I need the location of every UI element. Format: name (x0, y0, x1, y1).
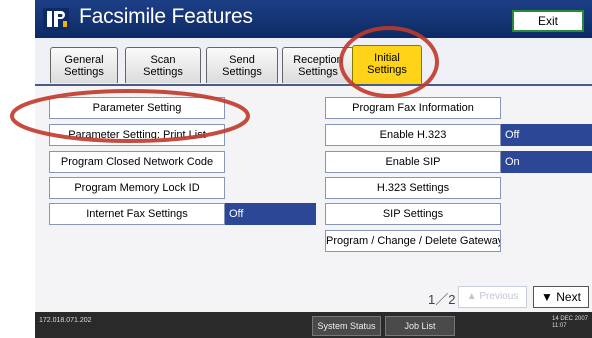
enable-h323-button[interactable]: Enable H.323 (325, 124, 501, 146)
internet-fax-settings-value: Off (225, 203, 316, 225)
date-text: 14 DEC 2007 (552, 316, 589, 322)
program-change-delete-gateway-button[interactable]: Program / Change / Delete Gateway (325, 230, 501, 252)
date-time: 14 DEC 2007 11:07 (552, 316, 588, 330)
ip-address: 172.018.071.202 (39, 317, 92, 324)
tab-label-line1: Reception (293, 54, 343, 66)
tab-label-line1: Scan (150, 54, 176, 66)
facsimile-screen: Facsimile Features Exit General Settings… (35, 0, 592, 338)
tab-strip: General Settings Scan Settings Send Sett… (35, 38, 592, 86)
sip-settings-button[interactable]: SIP Settings (325, 203, 501, 225)
time-text: 11:07 (552, 323, 567, 329)
tab-scan-settings[interactable]: Scan Settings (125, 47, 201, 83)
tab-label-line2: Settings (143, 66, 183, 78)
status-bar: 172.018.071.202 System Status Job List 1… (35, 312, 592, 338)
tab-label-line2: Settings (64, 66, 104, 78)
tab-label-line2: Settings (298, 66, 338, 78)
job-list-button[interactable]: Job List (385, 316, 455, 336)
h323-settings-button[interactable]: H.323 Settings (325, 177, 501, 199)
tab-initial-settings[interactable]: Initial Settings (352, 45, 422, 85)
page-indicator: 1／2 (428, 292, 456, 307)
next-button[interactable]: ▼ Next (533, 286, 589, 308)
exit-button[interactable]: Exit (512, 10, 584, 32)
facsimile-logo-icon (43, 8, 69, 30)
system-status-button[interactable]: System Status (312, 316, 381, 336)
enable-sip-button[interactable]: Enable SIP (325, 151, 501, 173)
tab-label-line1: General (64, 54, 104, 66)
enable-h323-value: Off (501, 124, 592, 146)
tab-label-line1: Initial (374, 52, 400, 64)
program-closed-network-code-button[interactable]: Program Closed Network Code (49, 151, 225, 173)
enable-sip-value: On (501, 151, 592, 173)
parameter-setting-button[interactable]: Parameter Setting (49, 97, 225, 119)
parameter-setting-print-list-button[interactable]: Parameter Setting: Print List (49, 124, 225, 146)
previous-button[interactable]: ▲ Previous (458, 286, 527, 308)
title-bar: Facsimile Features Exit (35, 0, 592, 38)
tab-label-line2: Settings (367, 64, 407, 76)
tab-general-settings[interactable]: General Settings (50, 47, 118, 83)
tab-reception-settings[interactable]: Reception Settings (282, 47, 354, 83)
page-title: Facsimile Features (79, 5, 253, 28)
tab-label-line1: Send (229, 54, 255, 66)
settings-panel (35, 86, 592, 312)
program-fax-information-button[interactable]: Program Fax Information (325, 97, 501, 119)
program-memory-lock-id-button[interactable]: Program Memory Lock ID (49, 177, 225, 199)
internet-fax-settings-button[interactable]: Internet Fax Settings (49, 203, 225, 225)
tab-label-line2: Settings (222, 66, 262, 78)
tab-send-settings[interactable]: Send Settings (206, 47, 278, 83)
